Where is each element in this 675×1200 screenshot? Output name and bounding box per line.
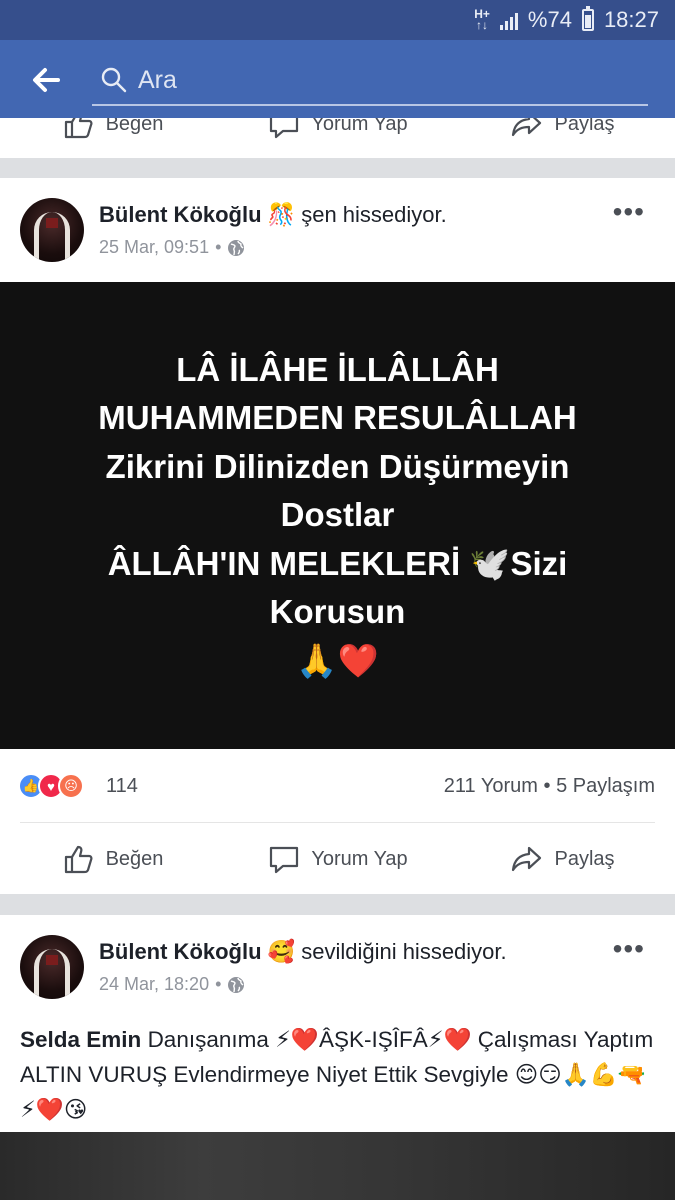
like-button[interactable]: Beğen xyxy=(0,118,225,141)
comment-button[interactable]: Yorum Yap xyxy=(225,118,450,141)
post-author-line: Bülent Kökoğlu 🥰 sevildiğini hissediyor. xyxy=(99,939,507,965)
back-arrow-icon[interactable] xyxy=(28,62,64,98)
post-meta: 24 Mar, 18:20 • xyxy=(99,974,245,995)
like-icon xyxy=(64,845,93,874)
feeling-text: sevildiğini hissediyor. xyxy=(301,939,507,964)
post-line: Zikrini Dilinizden Düşürmeyin xyxy=(105,447,570,485)
post-header: Bülent Kökoğlu 🥰 sevildiğini hissediyor.… xyxy=(0,915,675,1015)
comment-share-counts: 211 Yorum • 5 Paylaşım xyxy=(444,775,655,798)
post-line: ÂLLÂH'IN MELEKLERİ 🕊️Sizi xyxy=(107,544,568,582)
divider xyxy=(20,822,655,823)
signal-icon xyxy=(499,10,518,30)
battery-icon xyxy=(581,6,594,31)
reaction-icons[interactable]: 👍 ♥ ☹ xyxy=(18,773,84,799)
meta-separator: • xyxy=(215,237,222,257)
like-icon xyxy=(64,118,93,139)
battery-percent: %74 xyxy=(527,7,572,32)
more-options-icon[interactable]: ••• xyxy=(613,196,645,228)
text-background-post[interactable]: LÂ İLÂHE İLLÂLLÂH MUHAMMEDEN RESULÂLLAH … xyxy=(0,282,675,749)
avatar[interactable] xyxy=(20,935,84,999)
post-card: Bülent Kökoğlu 🥰 sevildiğini hissediyor.… xyxy=(0,915,675,1200)
feeling-icon: 🎊 xyxy=(267,202,296,227)
comment-button[interactable]: Yorum Yap xyxy=(225,842,450,876)
like-button[interactable]: Beğen xyxy=(0,842,225,876)
news-feed[interactable]: Beğen Yorum Yap Paylaş Bülent Kökoğlu 🎊 … xyxy=(0,118,675,1200)
post-header: Bülent Kökoğlu 🎊 şen hissediyor. 25 Mar,… xyxy=(0,178,675,278)
angry-reaction-icon: ☹ xyxy=(58,773,84,799)
feeling-text: şen hissediyor. xyxy=(301,202,447,227)
reactions-bar: 👍 ♥ ☹ 114 211 Yorum • 5 Paylaşım xyxy=(0,749,675,821)
share-icon xyxy=(512,846,542,872)
status-bar: H+ ↑↓ %74 18:27 xyxy=(0,0,675,40)
post-card: Bülent Kökoğlu 🎊 şen hissediyor. 25 Mar,… xyxy=(0,178,675,894)
comment-icon xyxy=(270,846,299,874)
post-author-line: Bülent Kökoğlu 🎊 şen hissediyor. xyxy=(99,202,447,228)
share-button[interactable]: Paylaş xyxy=(450,118,675,141)
post-line: 🙏❤️ xyxy=(296,641,379,679)
meta-separator: • xyxy=(215,974,222,994)
post-text: Selda Emin Danışanıma ⚡❤️ÂŞK-IŞÎFÂ⚡❤️ Ça… xyxy=(20,1022,660,1127)
tagged-person[interactable]: Selda Emin xyxy=(20,1027,141,1052)
reaction-count[interactable]: 114 xyxy=(106,775,138,798)
globe-icon xyxy=(228,239,245,256)
globe-icon xyxy=(228,976,245,993)
search-field[interactable] xyxy=(92,56,648,106)
more-options-icon[interactable]: ••• xyxy=(613,933,645,965)
post-actions: Beğen Yorum Yap Paylaş xyxy=(0,824,675,894)
post-date[interactable]: 24 Mar, 18:20 xyxy=(99,974,209,995)
comment-icon xyxy=(270,118,299,139)
comment-count[interactable]: 211 Yorum xyxy=(444,775,538,797)
author-name[interactable]: Bülent Kökoğlu xyxy=(99,939,262,964)
previous-post-actions: Beğen Yorum Yap Paylaş xyxy=(0,118,675,158)
share-count[interactable]: 5 Paylaşım xyxy=(556,775,655,797)
post-meta: 25 Mar, 09:51 • xyxy=(99,237,245,258)
share-button[interactable]: Paylaş xyxy=(450,842,675,876)
author-name[interactable]: Bülent Kökoğlu xyxy=(99,202,262,227)
share-icon xyxy=(512,118,542,137)
feeling-icon: 🥰 xyxy=(267,939,296,964)
avatar[interactable] xyxy=(20,198,84,262)
post-line: MUHAMMEDEN RESULÂLLAH xyxy=(98,399,577,437)
search-bar xyxy=(0,40,675,118)
search-input[interactable] xyxy=(138,62,618,98)
post-line: Dostlar xyxy=(280,496,395,534)
post-date[interactable]: 25 Mar, 09:51 xyxy=(99,237,209,258)
post-line: Korusun xyxy=(269,593,406,631)
post-photo[interactable] xyxy=(0,1132,675,1200)
count-separator: • xyxy=(543,775,551,797)
search-icon xyxy=(101,67,127,93)
status-indicators: H+ ↑↓ %74 18:27 xyxy=(474,6,659,34)
post-line: LÂ İLÂHE İLLÂLLÂH xyxy=(176,350,499,388)
clock: 18:27 xyxy=(603,7,659,32)
network-type: H+ ↑↓ xyxy=(474,7,490,32)
